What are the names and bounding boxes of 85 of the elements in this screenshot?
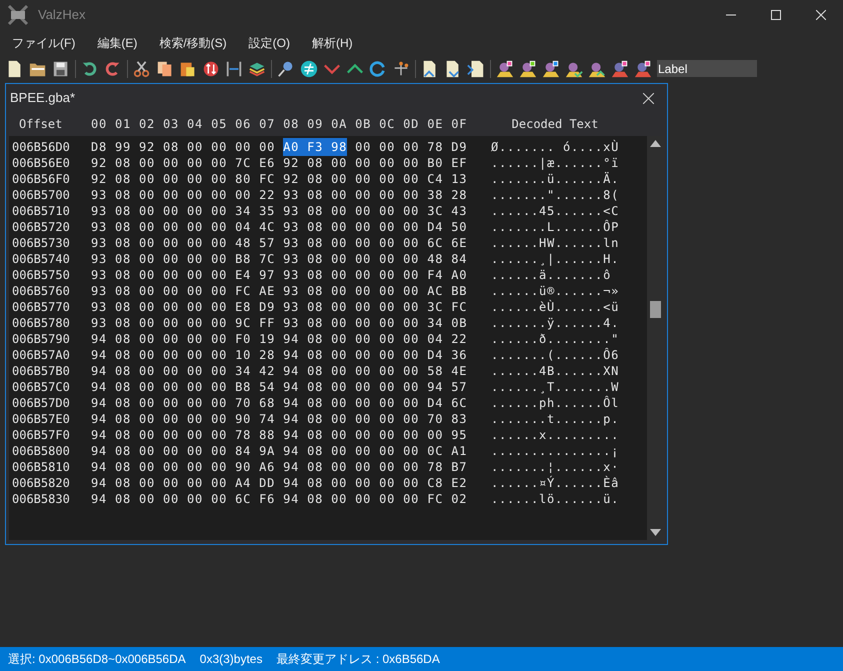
offset-cell-text: 006B5760 — [11, 283, 71, 300]
offset-cell-text: 006B5720 — [11, 219, 71, 236]
decoded-text: ......¸|......H. — [491, 251, 620, 268]
decoded-text: ......ph......Ôl — [491, 394, 620, 412]
offset-cell-text: 006B56E0 — [11, 155, 71, 172]
hex-bytes[interactable]: D8 99 92 08 00 00 00 00 — [91, 138, 276, 156]
menu-item[interactable]: 検索/移動(S) — [152, 34, 234, 52]
offset-cell-text: 006B57A0 — [11, 347, 71, 364]
hex-bytes[interactable]: 94 08 00 00 00 00 F0 19 94 08 00 00 00 00 04 22 — [91, 330, 468, 348]
hex-bytes[interactable]: 94 08 00 00 00 00 90 A6 94 08 00 00 00 00 78 B7 — [91, 458, 468, 476]
hex-bytes[interactable]: 00 00 00 78 D9 — [355, 138, 468, 156]
hex-bytes[interactable]: 94 08 00 00 00 00 90 74 94 08 00 00 00 00 70 83 — [91, 410, 468, 428]
decoded-text: ......."......8( — [491, 187, 620, 204]
decoded-text: ......ð........" — [491, 331, 620, 348]
hex-bytes[interactable]: 93 08 00 00 00 00 B8 7C 93 08 00 00 00 00 48 84 — [91, 250, 468, 268]
window-title: ValzHex — [38, 6, 86, 24]
hex-bytes[interactable]: 94 08 00 00 00 00 B8 54 94 08 00 00 00 00 94 57 — [91, 378, 468, 396]
decoded-text: .......L......ÔP — [491, 218, 620, 236]
hex-bytes[interactable]: 93 08 00 00 00 00 34 35 93 08 00 00 00 00 3C 43 — [91, 202, 468, 220]
decoded-text: ......45......<C — [491, 203, 620, 220]
offset-cell-text: 006B5800 — [11, 443, 71, 460]
decoded-text: Ø....... ó....xÙ — [491, 138, 620, 156]
hex-bytes[interactable]: 93 08 00 00 00 00 E4 97 93 08 00 00 00 00 F4 A0 — [91, 266, 468, 284]
label-field[interactable]: Label — [657, 60, 757, 77]
offset-cell-text: 006B5830 — [11, 491, 71, 508]
decoded-text: .......t......p. — [491, 411, 620, 428]
offset-cell-text: 006B56D0 — [11, 139, 71, 156]
menu-item[interactable]: 編集(E) — [90, 34, 144, 52]
hex-bytes[interactable]: 93 08 00 00 00 00 E8 D9 93 08 00 00 00 00 3C FC — [91, 298, 468, 316]
decoded-text: ......ü®......¬» — [491, 283, 620, 300]
decoded-text: .......(......Ô6 — [491, 346, 620, 364]
offset-cell-text: 006B57C0 — [11, 379, 71, 396]
menu-item[interactable]: ファイル(F) — [5, 34, 82, 52]
hex-bytes[interactable]: 93 08 00 00 00 00 FC AE 93 08 00 00 00 00 AC BB — [91, 282, 468, 300]
offset-cell-text: 006B5810 — [11, 459, 71, 476]
offset-cell-text: 006B5820 — [11, 475, 71, 492]
offset-cell-text: 006B57B0 — [11, 363, 71, 380]
hex-bytes[interactable]: 93 08 00 00 00 00 9C FF 93 08 00 00 00 00 34 0B — [91, 314, 468, 332]
hex-bytes[interactable]: 94 08 00 00 00 00 70 68 94 08 00 00 00 00 D4 6C — [91, 394, 468, 412]
status-text: 選択: 0x006B56D8~0x006B56DA — [8, 651, 186, 668]
decoded-text: ......ä.......ô — [491, 267, 612, 284]
hex-bytes[interactable]: 94 08 00 00 00 00 34 42 94 08 00 00 00 00 58 4E — [91, 362, 468, 380]
offset-cell-text: 006B57E0 — [11, 411, 71, 428]
document-title: BPEE.gba* — [10, 89, 76, 108]
hex-bytes[interactable]: 93 08 00 00 00 00 04 4C 93 08 00 00 00 00 D4 50 — [91, 218, 468, 236]
decoded-text: .......¦......x· — [491, 459, 620, 476]
hex-bytes[interactable]: 94 08 00 00 00 00 A4 DD 94 08 00 00 00 00 C8 E2 — [91, 474, 468, 492]
offset-cell-text: 006B5700 — [11, 187, 71, 204]
decoded-text: ......èÙ......<ü — [491, 298, 620, 316]
menu-item[interactable]: 解析(H) — [305, 34, 360, 52]
hex-bytes[interactable]: A0 F3 98 — [283, 138, 348, 156]
column-header: Offset — [18, 116, 64, 133]
decoded-text: ......HW......ln — [491, 235, 620, 252]
decoded-text: ......x......... — [491, 427, 620, 444]
hex-bytes[interactable]: 94 08 00 00 00 00 84 9A 94 08 00 00 00 00 0C A1 — [91, 442, 468, 460]
offset-cell-text: 006B57F0 — [11, 427, 71, 444]
status-text: 0x3(3)bytes — [200, 651, 262, 668]
hex-bytes[interactable]: 92 08 00 00 00 00 7C E6 92 08 00 00 00 00 B0 EF — [91, 154, 468, 172]
hex-bytes[interactable]: 94 08 00 00 00 00 10 28 94 08 00 00 00 00 D4 36 — [91, 346, 468, 364]
hex-bytes[interactable]: 94 08 00 00 00 00 78 88 94 08 00 00 00 00 00 95 — [91, 426, 468, 444]
menu-item[interactable]: 設定(O) — [242, 34, 297, 52]
hex-bytes[interactable]: 92 08 00 00 00 00 80 FC 92 08 00 00 00 00 C4 13 — [91, 170, 468, 188]
offset-cell-text: 006B5770 — [11, 299, 71, 316]
offset-cell-text: 006B5780 — [11, 315, 71, 332]
hex-bytes[interactable]: 94 08 00 00 00 00 6C F6 94 08 00 00 00 00 FC 02 — [91, 490, 468, 508]
decoded-text: ......lö......ü. — [491, 491, 620, 508]
column-header: Decoded Text — [510, 116, 600, 133]
decoded-text: ......¤Ý......Èâ — [491, 474, 620, 492]
decoded-text: ...............¡ — [491, 443, 620, 460]
offset-cell-text: 006B5790 — [11, 331, 71, 348]
status-text: 最終変更アドレス : 0x6B56DA — [276, 651, 440, 668]
offset-cell-text: 006B5740 — [11, 251, 71, 268]
offset-cell-text: 006B56F0 — [11, 171, 71, 188]
decoded-text: ......|æ......°ï — [491, 155, 620, 172]
hex-bytes[interactable]: 93 08 00 00 00 00 48 57 93 08 00 00 00 00 6C 6E — [91, 234, 468, 252]
decoded-text: ......4B......XN — [491, 363, 620, 380]
decoded-text: ......¸T.......W — [491, 379, 620, 396]
offset-cell-text: 006B5730 — [11, 235, 71, 252]
decoded-text: .......ü......Ä. — [491, 171, 620, 188]
offset-cell-text: 006B57D0 — [11, 395, 71, 412]
offset-cell-text: 006B5750 — [11, 267, 71, 284]
hex-bytes[interactable]: 93 08 00 00 00 00 00 22 93 08 00 00 00 00 38 28 — [91, 186, 468, 204]
decoded-text: .......ÿ......4. — [491, 315, 620, 332]
offset-cell-text: 006B5710 — [11, 203, 71, 220]
column-header: 00 01 02 03 04 05 06 07 08 09 0A 0B 0C 0D 0E 0F — [91, 116, 468, 133]
